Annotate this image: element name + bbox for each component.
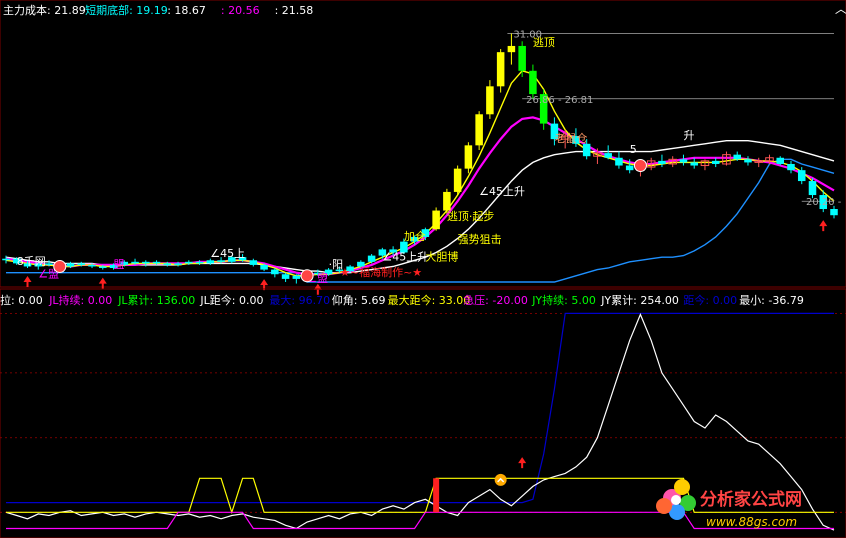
price-header-item: : 18.67 — [167, 4, 206, 17]
indicator-header-item: JL累计: 136.00 — [117, 294, 195, 307]
candle-body — [507, 45, 516, 53]
candle-body — [582, 143, 591, 157]
candle-body — [808, 181, 817, 196]
candle-body — [163, 263, 172, 265]
indicator-header-item: JL距今: 0.00 — [199, 293, 263, 307]
red-signal-bar — [433, 478, 440, 513]
price-header-item: 主力成本: 21.89 — [3, 3, 86, 17]
candle-body — [271, 269, 279, 275]
candle-body — [195, 261, 204, 264]
candle-body — [45, 263, 53, 265]
candle-body — [453, 168, 462, 192]
candle-body — [776, 157, 784, 164]
chart-annotation: ∠45上升 — [382, 250, 428, 263]
candle-body — [206, 260, 215, 264]
candle-body — [99, 266, 107, 269]
stock-chart: 主力成本: 21.89 短期底部: 19.19: 18.67 : 20.56 : 21… — [0, 0, 846, 538]
chart-annotation: 5 — [630, 143, 637, 156]
signal-ball-icon — [633, 159, 647, 173]
candle-body — [185, 261, 193, 264]
chart-annotation: 升 — [683, 129, 694, 142]
indicator-header-item: JL持续: 0.00 — [48, 293, 112, 307]
chart-background — [0, 0, 846, 538]
indicator-header-item: 拉: 0.00 — [0, 293, 43, 307]
price-label-right: 20.20 - — [806, 197, 842, 208]
indicator-header-item: JY持续: 5.00 — [531, 293, 596, 307]
price-header-item: : 21.58 — [275, 4, 314, 17]
watermark-url: www.88gs.com — [706, 515, 797, 529]
chart-annotation: 强势狙击 — [458, 233, 502, 246]
indicator-header-item: 最小: -36.79 — [739, 294, 804, 307]
chart-annotation: 大胆博 — [425, 249, 458, 263]
candle-body — [496, 52, 505, 87]
signal-ball-icon — [53, 259, 67, 273]
candle-body — [744, 159, 752, 163]
price-header-item: 短期底部: 19.19 — [85, 3, 168, 17]
candle-body — [625, 165, 634, 171]
candle-body — [174, 263, 182, 265]
candle-body — [518, 45, 526, 71]
candle-body — [249, 260, 258, 265]
candle-body — [529, 70, 537, 95]
indicator-header-item: 急压: -20.00 — [463, 293, 528, 307]
candle-body — [711, 160, 720, 164]
candle-body — [217, 260, 225, 262]
chart-annotation: 盟 — [114, 258, 125, 271]
indicator-header-item: 最大距今: 33.00 — [388, 293, 471, 307]
indicator-header-item: 仰角: 5.69 — [332, 293, 386, 307]
candle-body — [66, 263, 75, 267]
candle-body — [367, 255, 376, 262]
candle-body — [486, 86, 494, 115]
candle-body — [2, 258, 10, 261]
candle-body — [604, 153, 612, 158]
candle-body — [475, 114, 483, 146]
candle-body — [292, 275, 301, 279]
candle-body — [142, 261, 150, 264]
chart-annotation: ∠45上 — [210, 247, 245, 260]
chart-annotation: ★~福海制作~★ — [340, 265, 422, 279]
indicator-header-item: 最大: 96.70 — [269, 293, 330, 307]
candle-body — [131, 261, 139, 264]
signal-ball-icon — [300, 269, 314, 283]
candle-body — [679, 159, 688, 163]
price-label-range: 26.86 - 26.81 — [526, 95, 593, 106]
candle-body — [797, 170, 806, 182]
candle-body — [152, 261, 161, 264]
candle-body — [88, 264, 96, 267]
indicator-pane-header: 拉: 0.00 JL持续: 0.00 JL累计: 136.00 JL距今: 0.00 最… — [0, 293, 804, 307]
candle-body — [658, 160, 666, 164]
candle-body — [281, 274, 290, 279]
candle-body — [432, 210, 440, 230]
candle-body — [830, 209, 838, 216]
chart-annotation: 老鼠仓 — [554, 131, 587, 145]
candle-body — [787, 163, 795, 171]
price-header-item: : 20.56 — [221, 4, 260, 17]
candle-body — [464, 145, 473, 169]
candle-body — [615, 157, 623, 166]
watermark-title: 分析家公式网 — [700, 489, 802, 510]
chart-annotation: ∠45上升 — [479, 185, 525, 198]
price-label-high: 31.00 — [513, 30, 542, 41]
indicator-header-item: 距今: 0.00 — [683, 293, 737, 307]
chart-annotation: 8千网 — [17, 255, 46, 268]
indicator-header-item: JY累计: 254.00 — [600, 294, 679, 307]
chart-annotation: 逃顶·起步 — [447, 210, 495, 223]
candle-body — [77, 263, 86, 265]
candle-body — [260, 264, 268, 270]
chart-annotation: 加仓 — [404, 229, 426, 243]
candle-body — [733, 154, 741, 160]
collapse-chevron-icon[interactable]: ︿ — [835, 2, 846, 16]
candle-body — [690, 162, 698, 166]
candle-body — [443, 191, 451, 211]
